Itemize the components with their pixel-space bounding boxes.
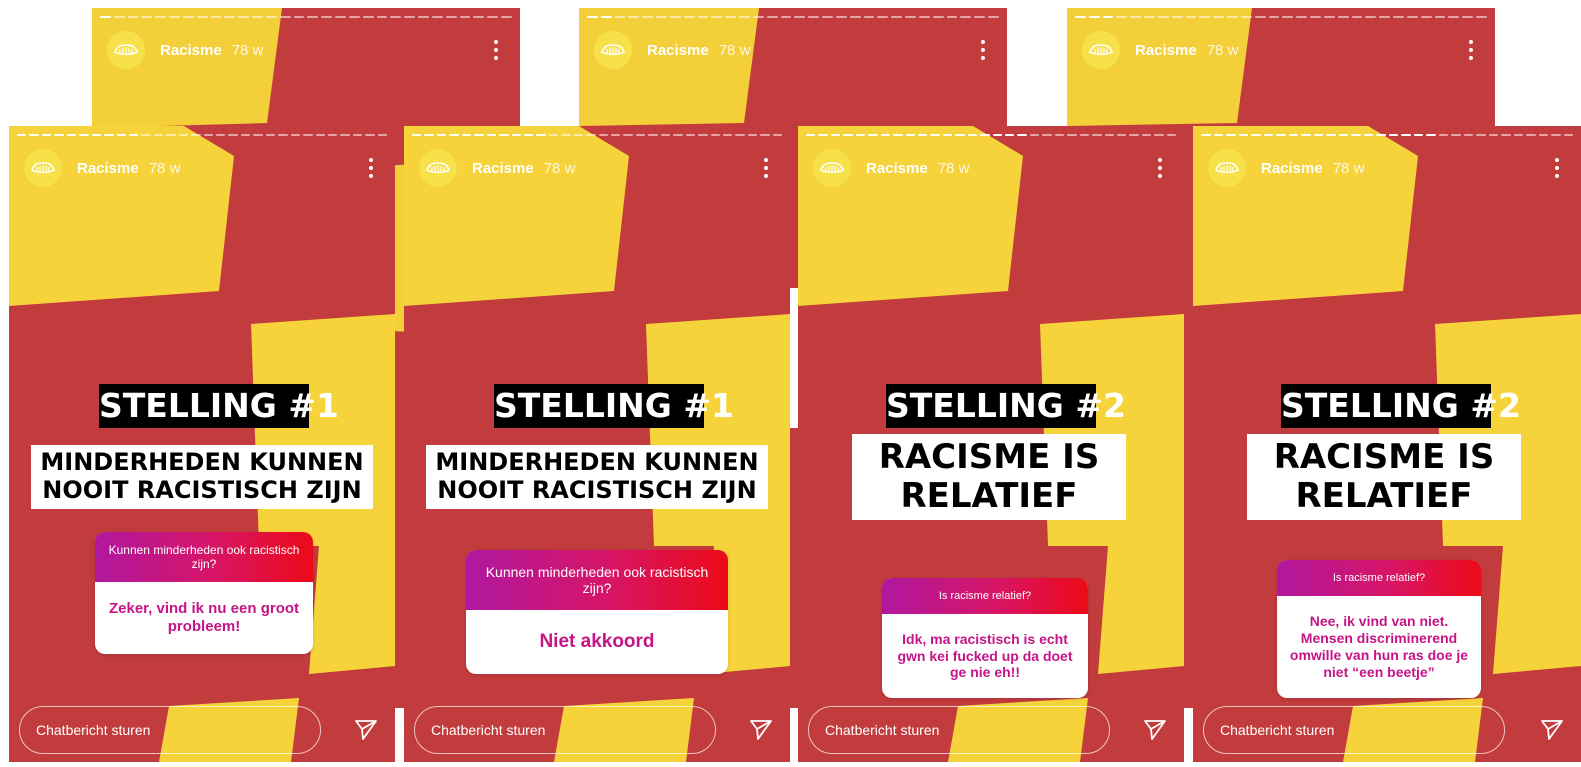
more-vertical-icon[interactable] <box>756 156 776 180</box>
chat-input[interactable]: Chatbericht sturen <box>1203 706 1505 754</box>
story-1[interactable]: Racisme 78 w STELLING #1 MINDERHEDEN KUN… <box>9 126 395 762</box>
story-header: Racisme 78 w <box>106 30 506 70</box>
more-vertical-icon[interactable] <box>1461 38 1481 62</box>
hands-logo-icon <box>820 162 844 174</box>
story-header: Racisme 78 w <box>593 30 993 70</box>
avatar[interactable] <box>1207 148 1247 188</box>
send-icon[interactable] <box>351 715 381 745</box>
more-vertical-icon[interactable] <box>361 156 381 180</box>
statement-title: STELLING #2 <box>886 384 1126 428</box>
more-vertical-icon[interactable] <box>1150 156 1170 180</box>
progress-bar <box>412 134 783 136</box>
send-icon[interactable] <box>1140 715 1170 745</box>
account-name[interactable]: Racisme <box>77 160 139 177</box>
story-2[interactable]: Racisme 78 w STELLING #1 MINDERHEDEN KUN… <box>404 126 790 762</box>
progress-bar <box>1201 134 1573 136</box>
more-vertical-icon[interactable] <box>1547 156 1567 180</box>
story-3[interactable]: Racisme 78 w STELLING #2 RACISME IS RELA… <box>798 126 1184 762</box>
statement-title: STELLING #1 <box>494 384 734 428</box>
post-age: 78 w <box>1206 41 1239 59</box>
story-footer: Chatbericht sturen <box>414 704 776 756</box>
send-icon[interactable] <box>746 715 776 745</box>
statement-title: STELLING #2 <box>1281 384 1521 428</box>
progress-bar <box>587 16 999 18</box>
story-header: Racisme 78 w <box>23 148 381 188</box>
story-footer: Chatbericht sturen <box>808 704 1170 756</box>
question-sticker[interactable]: Is racisme relatief? Idk, ma racistisch … <box>882 578 1088 698</box>
progress-bar <box>17 134 388 136</box>
story-background <box>9 126 395 762</box>
story-header: Racisme 78 w <box>1081 30 1481 70</box>
progress-bar <box>1075 16 1487 18</box>
statement-text: MINDERHEDEN KUNNEN NOOIT RACISTISCH ZIJN <box>31 445 373 509</box>
account-name[interactable]: Racisme <box>1135 42 1197 59</box>
answer-text: Niet akkoord <box>539 630 655 652</box>
avatar[interactable] <box>812 148 852 188</box>
chat-input[interactable]: Chatbericht sturen <box>19 706 321 754</box>
question-sticker[interactable]: Kunnen minderheden ook racistisch zijn? … <box>466 550 728 674</box>
question-text: Kunnen minderheden ook racistisch zijn? <box>466 550 728 610</box>
account-name[interactable]: Racisme <box>866 160 928 177</box>
account-name[interactable]: Racisme <box>647 42 709 59</box>
avatar[interactable] <box>1081 30 1121 70</box>
question-sticker[interactable]: Is racisme relatief? Nee, ik vind van ni… <box>1277 560 1481 698</box>
hands-logo-icon <box>31 162 55 174</box>
post-age: 78 w <box>937 159 970 177</box>
question-text: Is racisme relatief? <box>1277 560 1481 596</box>
story-header: Racisme 78 w <box>812 148 1170 188</box>
post-age: 78 w <box>543 159 576 177</box>
statement-title: STELLING #1 <box>99 384 339 428</box>
account-name[interactable]: Racisme <box>160 42 222 59</box>
question-text: Kunnen minderheden ook racistisch zijn? <box>95 532 313 582</box>
answer-text: Zeker, vind ik nu een groot probleem! <box>108 600 300 635</box>
statement-text: RACISME IS RELATIEF <box>852 434 1126 520</box>
avatar[interactable] <box>23 148 63 188</box>
question-text: Is racisme relatief? <box>882 578 1088 614</box>
progress-bar <box>100 16 512 18</box>
post-age: 78 w <box>148 159 181 177</box>
more-vertical-icon[interactable] <box>973 38 993 62</box>
story-header: Racisme 78 w <box>1207 148 1567 188</box>
answer-text: Nee, ik vind van niet. Mensen discrimine… <box>1289 613 1469 680</box>
hands-logo-icon <box>601 44 625 56</box>
hands-logo-icon <box>114 44 138 56</box>
statement-text: RACISME IS RELATIEF <box>1247 434 1521 520</box>
chat-input[interactable]: Chatbericht sturen <box>414 706 716 754</box>
hands-logo-icon <box>426 162 450 174</box>
avatar[interactable] <box>106 30 146 70</box>
avatar[interactable] <box>418 148 458 188</box>
send-icon[interactable] <box>1537 715 1567 745</box>
more-vertical-icon[interactable] <box>486 38 506 62</box>
chat-input[interactable]: Chatbericht sturen <box>808 706 1110 754</box>
question-sticker[interactable]: Kunnen minderheden ook racistisch zijn? … <box>95 532 313 654</box>
post-age: 78 w <box>231 41 264 59</box>
account-name[interactable]: Racisme <box>1261 160 1323 177</box>
hands-logo-icon <box>1215 162 1239 174</box>
story-4[interactable]: Racisme 78 w STELLING #2 RACISME IS RELA… <box>1193 126 1581 762</box>
avatar[interactable] <box>593 30 633 70</box>
story-header: Racisme 78 w <box>418 148 776 188</box>
statement-text: MINDERHEDEN KUNNEN NOOIT RACISTISCH ZIJN <box>426 445 768 509</box>
hands-logo-icon <box>1089 44 1113 56</box>
story-footer: Chatbericht sturen <box>19 704 381 756</box>
progress-bar <box>806 134 1177 136</box>
post-age: 78 w <box>718 41 751 59</box>
post-age: 78 w <box>1332 159 1365 177</box>
account-name[interactable]: Racisme <box>472 160 534 177</box>
story-footer: Chatbericht sturen <box>1203 704 1567 756</box>
answer-text: Idk, ma racistisch is echt gwn kei fucke… <box>897 630 1073 681</box>
